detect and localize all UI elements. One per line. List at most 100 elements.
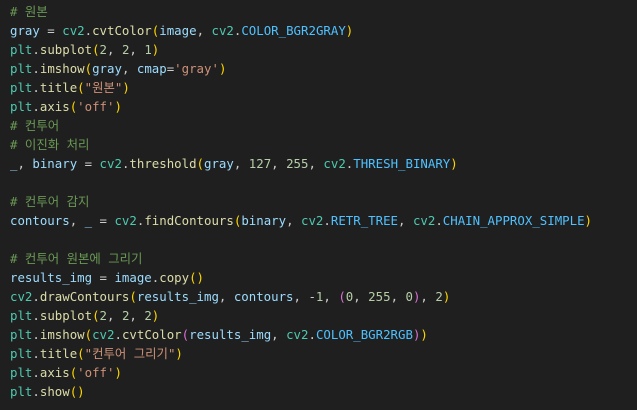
code-token: ) <box>114 365 122 380</box>
code-token: . <box>435 213 443 228</box>
code-token: 'off' <box>77 99 115 114</box>
code-line: plt.imshow(gray, cmap='gray') <box>10 59 226 78</box>
code-token: ) <box>218 61 227 76</box>
code-token: ) <box>151 308 160 323</box>
code-token: plt <box>10 327 33 342</box>
code-token: show <box>39 384 70 399</box>
code-token: . <box>32 61 40 76</box>
code-token: cmap <box>136 61 167 76</box>
code-token: , <box>129 308 145 323</box>
code-token: , <box>271 327 287 342</box>
code-token: subplot <box>39 42 93 57</box>
code-token: . <box>32 308 40 323</box>
code-token: ) <box>151 42 160 57</box>
code-token: ( <box>129 289 137 304</box>
code-token: cv2 <box>286 327 309 342</box>
code-token: . <box>32 289 40 304</box>
code-token: = <box>39 23 63 38</box>
code-token: ) <box>420 327 428 342</box>
code-token: # 컨투어 <box>10 118 60 133</box>
code-token: # 이진화 처리 <box>10 137 90 152</box>
code-token: ) <box>114 99 122 114</box>
code-line: plt.axis('off') <box>10 97 122 116</box>
code-token: 255 <box>368 289 391 304</box>
code-token: ( <box>77 346 85 361</box>
code-token: plt <box>10 365 33 380</box>
code-token: cv2 <box>114 213 137 228</box>
code-token: cv2 <box>412 213 436 228</box>
code-token: findContours <box>144 213 234 228</box>
code-token: . <box>32 346 40 361</box>
code-token: imshow <box>39 61 85 76</box>
code-token: contours <box>233 289 294 304</box>
code-token: gray <box>10 23 40 38</box>
code-token: cv2 <box>301 213 324 228</box>
code-token: , <box>121 61 137 76</box>
code-token: ( <box>84 327 93 342</box>
code-token: ) <box>175 346 183 361</box>
code-token: , <box>308 156 324 171</box>
code-line: # 원본 <box>10 2 48 21</box>
code-token: "원본" <box>84 80 123 95</box>
code-token: ) <box>122 80 130 95</box>
code-token: 2 <box>99 42 108 57</box>
code-token: plt <box>10 80 33 95</box>
code-token: 127 <box>248 156 272 171</box>
code-token: cv2 <box>99 156 122 171</box>
code-line: cv2.drawContours(results_img, contours, … <box>10 287 450 306</box>
code-token: , <box>353 289 369 304</box>
code-line: # 이진화 처리 <box>10 135 89 154</box>
code-token: 2 <box>144 308 152 323</box>
code-line: plt.title("원본") <box>10 78 130 97</box>
code-token: . <box>32 327 40 342</box>
code-token: ( <box>338 289 346 304</box>
code-token: 2 <box>435 289 443 304</box>
code-token: ( <box>84 61 93 76</box>
code-token: , <box>129 42 145 57</box>
code-token: , <box>420 289 436 304</box>
code-token: , <box>271 156 287 171</box>
code-token: cv2 <box>211 23 234 38</box>
code-token: , <box>17 156 33 171</box>
code-token: . <box>32 99 40 114</box>
code-token: () <box>189 270 204 285</box>
code-token: image <box>159 23 197 38</box>
code-line: # 컨투어 감지 <box>10 192 89 211</box>
code-token: . <box>308 327 316 342</box>
code-token: , <box>398 213 413 228</box>
code-editor[interactable]: # 원본 gray = cv2.cvtColor(image, cv2.COLOR… <box>0 0 637 410</box>
code-token: CHAIN_APPROX_SIMPLE <box>442 213 585 228</box>
code-token: ( <box>77 80 85 95</box>
code-token: . <box>84 23 93 38</box>
code-token: , <box>233 156 249 171</box>
code-token: ) <box>345 23 354 38</box>
code-token: . <box>32 42 40 57</box>
code-line: gray = cv2.cvtColor(image, cv2.COLOR_BGR… <box>10 21 353 40</box>
code-token: . <box>32 365 40 380</box>
code-token: cv2 <box>62 23 85 38</box>
code-token: , <box>218 289 234 304</box>
code-token: 'gray' <box>174 61 219 76</box>
code-token: # 원본 <box>10 4 48 19</box>
code-line: plt.subplot(2, 2, 2) <box>10 306 159 325</box>
code-token: () <box>69 384 85 399</box>
code-token: RETR_TREE <box>330 213 399 228</box>
code-token: # 컨투어 감지 <box>10 194 90 209</box>
code-token: 1 <box>144 42 152 57</box>
code-token: , <box>107 42 122 57</box>
code-line: plt.show() <box>10 382 85 401</box>
code-token: 2 <box>99 308 108 323</box>
code-token: gray <box>204 156 234 171</box>
code-token: plt <box>10 42 33 57</box>
code-token: cv2 <box>323 156 346 171</box>
code-token: THRESH_BINARY <box>353 156 451 171</box>
code-token: plt <box>10 61 33 76</box>
code-token: cvtColor <box>92 23 152 38</box>
code-token: , <box>390 289 406 304</box>
code-line: _, binary = cv2.threshold(gray, 127, 255… <box>10 154 458 173</box>
code-token: binary <box>32 156 78 171</box>
code-token: , <box>323 289 339 304</box>
code-line: plt.title("컨투어 그리기") <box>10 344 183 363</box>
code-token: title <box>39 346 78 361</box>
code-token: cv2 <box>10 289 33 304</box>
